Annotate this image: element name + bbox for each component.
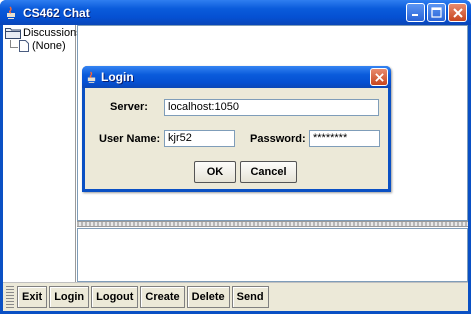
- create-button[interactable]: Create: [140, 286, 185, 308]
- close-icon: [374, 72, 384, 82]
- login-dialog-close-button[interactable]: [370, 68, 388, 86]
- tree-item-none[interactable]: (None): [19, 40, 66, 52]
- discussions-tree[interactable]: Discussions (None): [3, 25, 82, 282]
- password-label: Password:: [250, 133, 306, 145]
- folder-icon: [5, 28, 21, 39]
- maximize-icon: [431, 7, 442, 18]
- username-label: User Name:: [99, 133, 161, 145]
- username-field[interactable]: kjr52: [164, 130, 235, 147]
- tree-connector: [10, 40, 18, 48]
- ok-button[interactable]: OK: [194, 161, 236, 183]
- window-titlebar[interactable]: CS462 Chat: [0, 0, 471, 25]
- message-input-area[interactable]: [77, 228, 468, 282]
- delete-button[interactable]: Delete: [186, 286, 230, 308]
- java-cup-icon: [4, 6, 18, 20]
- login-dialog-titlebar[interactable]: Login: [82, 66, 391, 88]
- minimize-button[interactable]: [406, 3, 425, 22]
- server-label: Server:: [110, 101, 148, 113]
- java-cup-icon: [87, 71, 96, 83]
- login-dialog: Login Server: localhost:1050 User Name: …: [82, 66, 391, 192]
- login-button[interactable]: Login: [49, 286, 90, 308]
- maximize-button[interactable]: [427, 3, 446, 22]
- server-field[interactable]: localhost:1050: [164, 99, 379, 116]
- minimize-icon: [412, 14, 418, 16]
- tree-root-label: Discussions: [23, 27, 82, 39]
- exit-button[interactable]: Exit: [17, 286, 48, 308]
- send-button[interactable]: Send: [231, 286, 269, 308]
- window-title: CS462 Chat: [23, 5, 90, 20]
- leaf-icon: [19, 40, 29, 52]
- tree-item-label: (None): [32, 40, 66, 52]
- split-pane-divider[interactable]: [77, 221, 468, 227]
- close-button[interactable]: [448, 3, 467, 22]
- password-field[interactable]: ********: [309, 130, 380, 147]
- cancel-button[interactable]: Cancel: [240, 161, 297, 183]
- tree-root-discussions[interactable]: Discussions: [5, 27, 82, 39]
- bottom-toolbar: Exit Login Logout Create Delete Send: [3, 282, 468, 311]
- login-dialog-body: Server: localhost:1050 User Name: kjr52 …: [85, 88, 388, 189]
- toolbar-grip[interactable]: [6, 286, 14, 308]
- logout-button[interactable]: Logout: [91, 286, 139, 308]
- login-dialog-title: Login: [101, 70, 134, 84]
- close-icon: [452, 7, 463, 18]
